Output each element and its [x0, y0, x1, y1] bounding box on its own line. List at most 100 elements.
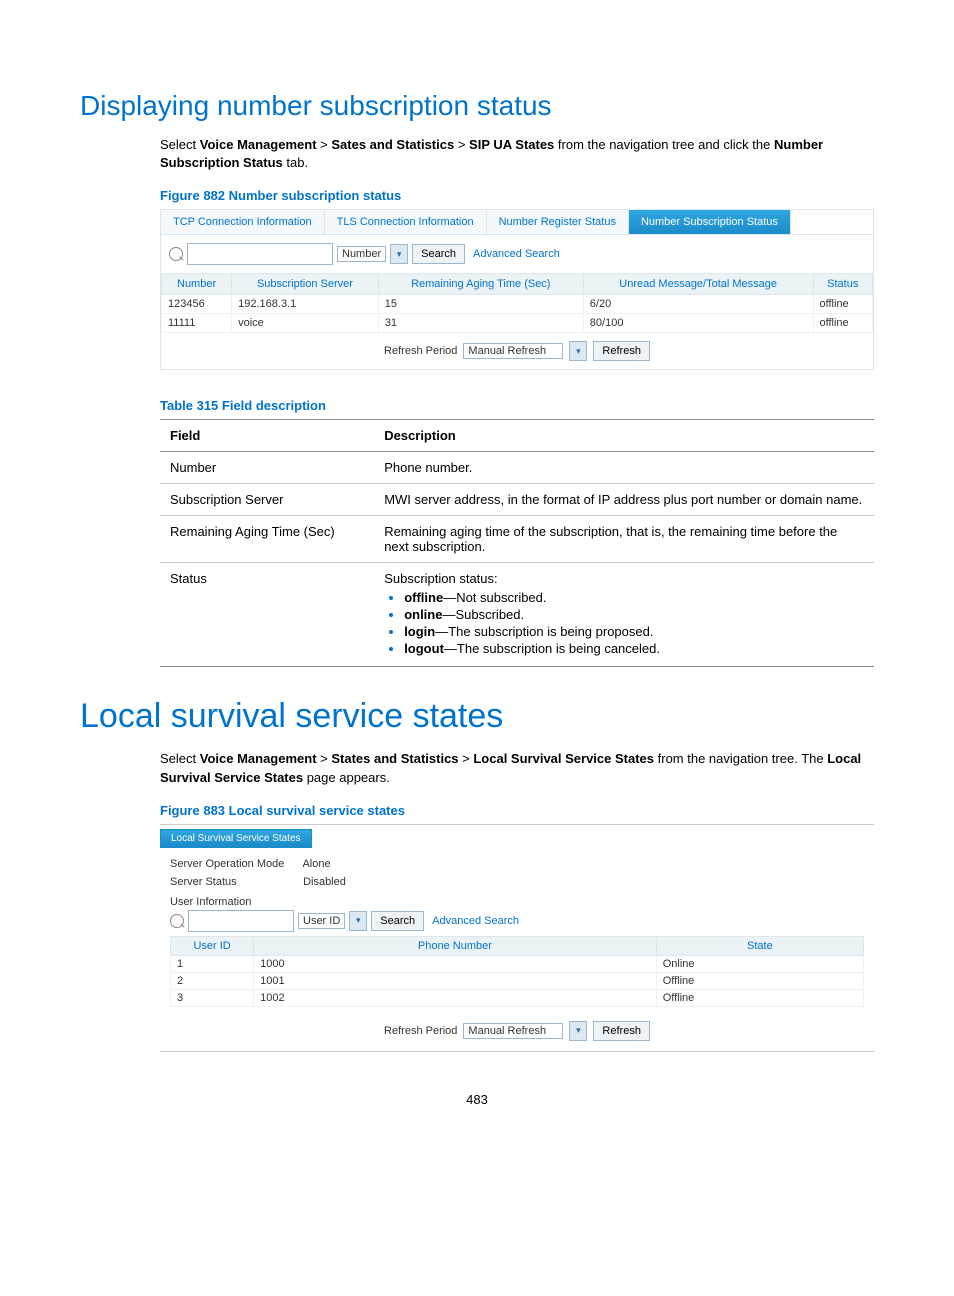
- chevron-down-icon[interactable]: ▾: [349, 911, 367, 931]
- advanced-search-link[interactable]: Advanced Search: [473, 248, 560, 260]
- col-remaining-aging[interactable]: Remaining Aging Time (Sec): [378, 274, 583, 295]
- cell: 1001: [254, 972, 657, 989]
- cell: 3: [171, 989, 254, 1006]
- tab-number-subscription[interactable]: Number Subscription Status: [629, 210, 791, 234]
- text: Select: [160, 751, 200, 766]
- cell: voice: [232, 314, 379, 333]
- label: Server Operation Mode: [170, 858, 300, 870]
- search-icon: [170, 914, 184, 928]
- cell: 15: [378, 295, 583, 314]
- th-field: Field: [160, 420, 374, 452]
- list-item: offline—Not subscribed.: [404, 590, 864, 605]
- tab-tls-connection[interactable]: TLS Connection Information: [325, 210, 487, 234]
- chevron-down-icon[interactable]: ▾: [390, 244, 408, 264]
- cell: 123456: [162, 295, 232, 314]
- breadcrumb-voice-management: Voice Management: [200, 751, 317, 766]
- refresh-period-select[interactable]: Manual Refresh: [463, 343, 563, 359]
- list-item: logout—The subscription is being cancele…: [404, 641, 864, 656]
- col-user-id[interactable]: User ID: [171, 936, 254, 955]
- advanced-search-link[interactable]: Advanced Search: [432, 915, 519, 927]
- figure-882: TCP Connection Information TLS Connectio…: [160, 209, 874, 370]
- desc-row: Status Subscription status: offline—Not …: [160, 563, 874, 667]
- refresh-period-label: Refresh Period: [384, 1025, 457, 1037]
- breadcrumb-states-stats: Sates and Statistics: [331, 137, 454, 152]
- table-row: 3 1002 Offline: [171, 989, 864, 1006]
- search-field-select[interactable]: Number: [337, 246, 386, 262]
- cell: 6/20: [583, 295, 813, 314]
- text: Select: [160, 137, 200, 152]
- desc-row: Remaining Aging Time (Sec) Remaining agi…: [160, 516, 874, 563]
- value: Disabled: [303, 876, 346, 888]
- heading-local-survival: Local survival service states: [80, 697, 874, 736]
- breadcrumb-local-survival: Local Survival Service States: [473, 751, 654, 766]
- figure-883-caption: Figure 883 Local survival service states: [160, 803, 874, 818]
- table-row: 1 1000 Online: [171, 955, 864, 972]
- list-item: login—The subscription is being proposed…: [404, 624, 864, 639]
- search-icon: [169, 247, 183, 261]
- fig882-tabs: TCP Connection Information TLS Connectio…: [161, 210, 873, 235]
- search-input[interactable]: [188, 910, 294, 932]
- text: —The subscription is being proposed.: [435, 624, 653, 639]
- refresh-period-select[interactable]: Manual Refresh: [463, 1023, 563, 1039]
- desc-row: Subscription Server MWI server address, …: [160, 484, 874, 516]
- chevron-down-icon[interactable]: ▾: [569, 341, 587, 361]
- search-button[interactable]: Search: [371, 911, 424, 931]
- text: from the navigation tree. The: [654, 751, 827, 766]
- col-sub-server[interactable]: Subscription Server: [232, 274, 379, 295]
- cell: 31: [378, 314, 583, 333]
- field-name: Number: [160, 452, 374, 484]
- col-number[interactable]: Number: [162, 274, 232, 295]
- refresh-button[interactable]: Refresh: [593, 1021, 650, 1041]
- text: —Not subscribed.: [443, 590, 546, 605]
- fig882-searchbar: Number▾ Search Advanced Search: [161, 235, 873, 273]
- cell: 192.168.3.1: [232, 295, 379, 314]
- text: —The subscription is being canceled.: [444, 641, 660, 656]
- table-315: Field Description Number Phone number. S…: [160, 419, 874, 667]
- tab-tcp-connection[interactable]: TCP Connection Information: [161, 210, 325, 234]
- tab-number-register[interactable]: Number Register Status: [487, 210, 629, 234]
- fig882-table: Number Subscription Server Remaining Agi…: [161, 273, 873, 333]
- cell: 1002: [254, 989, 657, 1006]
- kv-server-op-mode: Server Operation Mode Alone: [170, 858, 874, 870]
- text: Subscription status:: [384, 571, 497, 586]
- tab-local-survival[interactable]: Local Survival Service States: [160, 829, 312, 848]
- intro-paragraph-1: Select Voice Management > Sates and Stat…: [160, 136, 874, 172]
- term: login: [404, 624, 435, 639]
- text: —Subscribed.: [442, 607, 524, 622]
- cell: 1000: [254, 955, 657, 972]
- field-desc: Phone number.: [374, 452, 874, 484]
- col-unread-total[interactable]: Unread Message/Total Message: [583, 274, 813, 295]
- cell: Offline: [656, 989, 863, 1006]
- search-field-select[interactable]: User ID: [298, 913, 345, 929]
- chevron-down-icon[interactable]: ▾: [569, 1021, 587, 1041]
- text: page appears.: [303, 770, 390, 785]
- user-information-label: User Information: [170, 896, 874, 908]
- field-desc: Subscription status: offline—Not subscri…: [374, 563, 874, 667]
- search-button[interactable]: Search: [412, 244, 465, 264]
- col-phone-number[interactable]: Phone Number: [254, 936, 657, 955]
- breadcrumb-sip-ua: SIP UA States: [469, 137, 554, 152]
- cell: Offline: [656, 972, 863, 989]
- cell: 80/100: [583, 314, 813, 333]
- cell: offline: [813, 295, 872, 314]
- table-315-caption: Table 315 Field description: [160, 398, 874, 413]
- fig882-footer: Refresh Period Manual Refresh ▾ Refresh: [161, 333, 873, 369]
- text: tab.: [283, 155, 308, 170]
- col-state[interactable]: State: [656, 936, 863, 955]
- th-description: Description: [374, 420, 874, 452]
- refresh-period-label: Refresh Period: [384, 345, 457, 357]
- table-row: 2 1001 Offline: [171, 972, 864, 989]
- fig883-tabs: Local Survival Service States: [160, 825, 874, 852]
- field-desc: Remaining aging time of the subscription…: [374, 516, 874, 563]
- refresh-button[interactable]: Refresh: [593, 341, 650, 361]
- term: offline: [404, 590, 443, 605]
- search-input[interactable]: [187, 243, 333, 265]
- field-name: Remaining Aging Time (Sec): [160, 516, 374, 563]
- text: from the navigation tree and click the: [554, 137, 774, 152]
- cell: Online: [656, 955, 863, 972]
- col-status[interactable]: Status: [813, 274, 872, 295]
- term: online: [404, 607, 442, 622]
- text: >: [459, 751, 474, 766]
- kv-server-status: Server Status Disabled: [170, 876, 874, 888]
- figure-882-caption: Figure 882 Number subscription status: [160, 188, 874, 203]
